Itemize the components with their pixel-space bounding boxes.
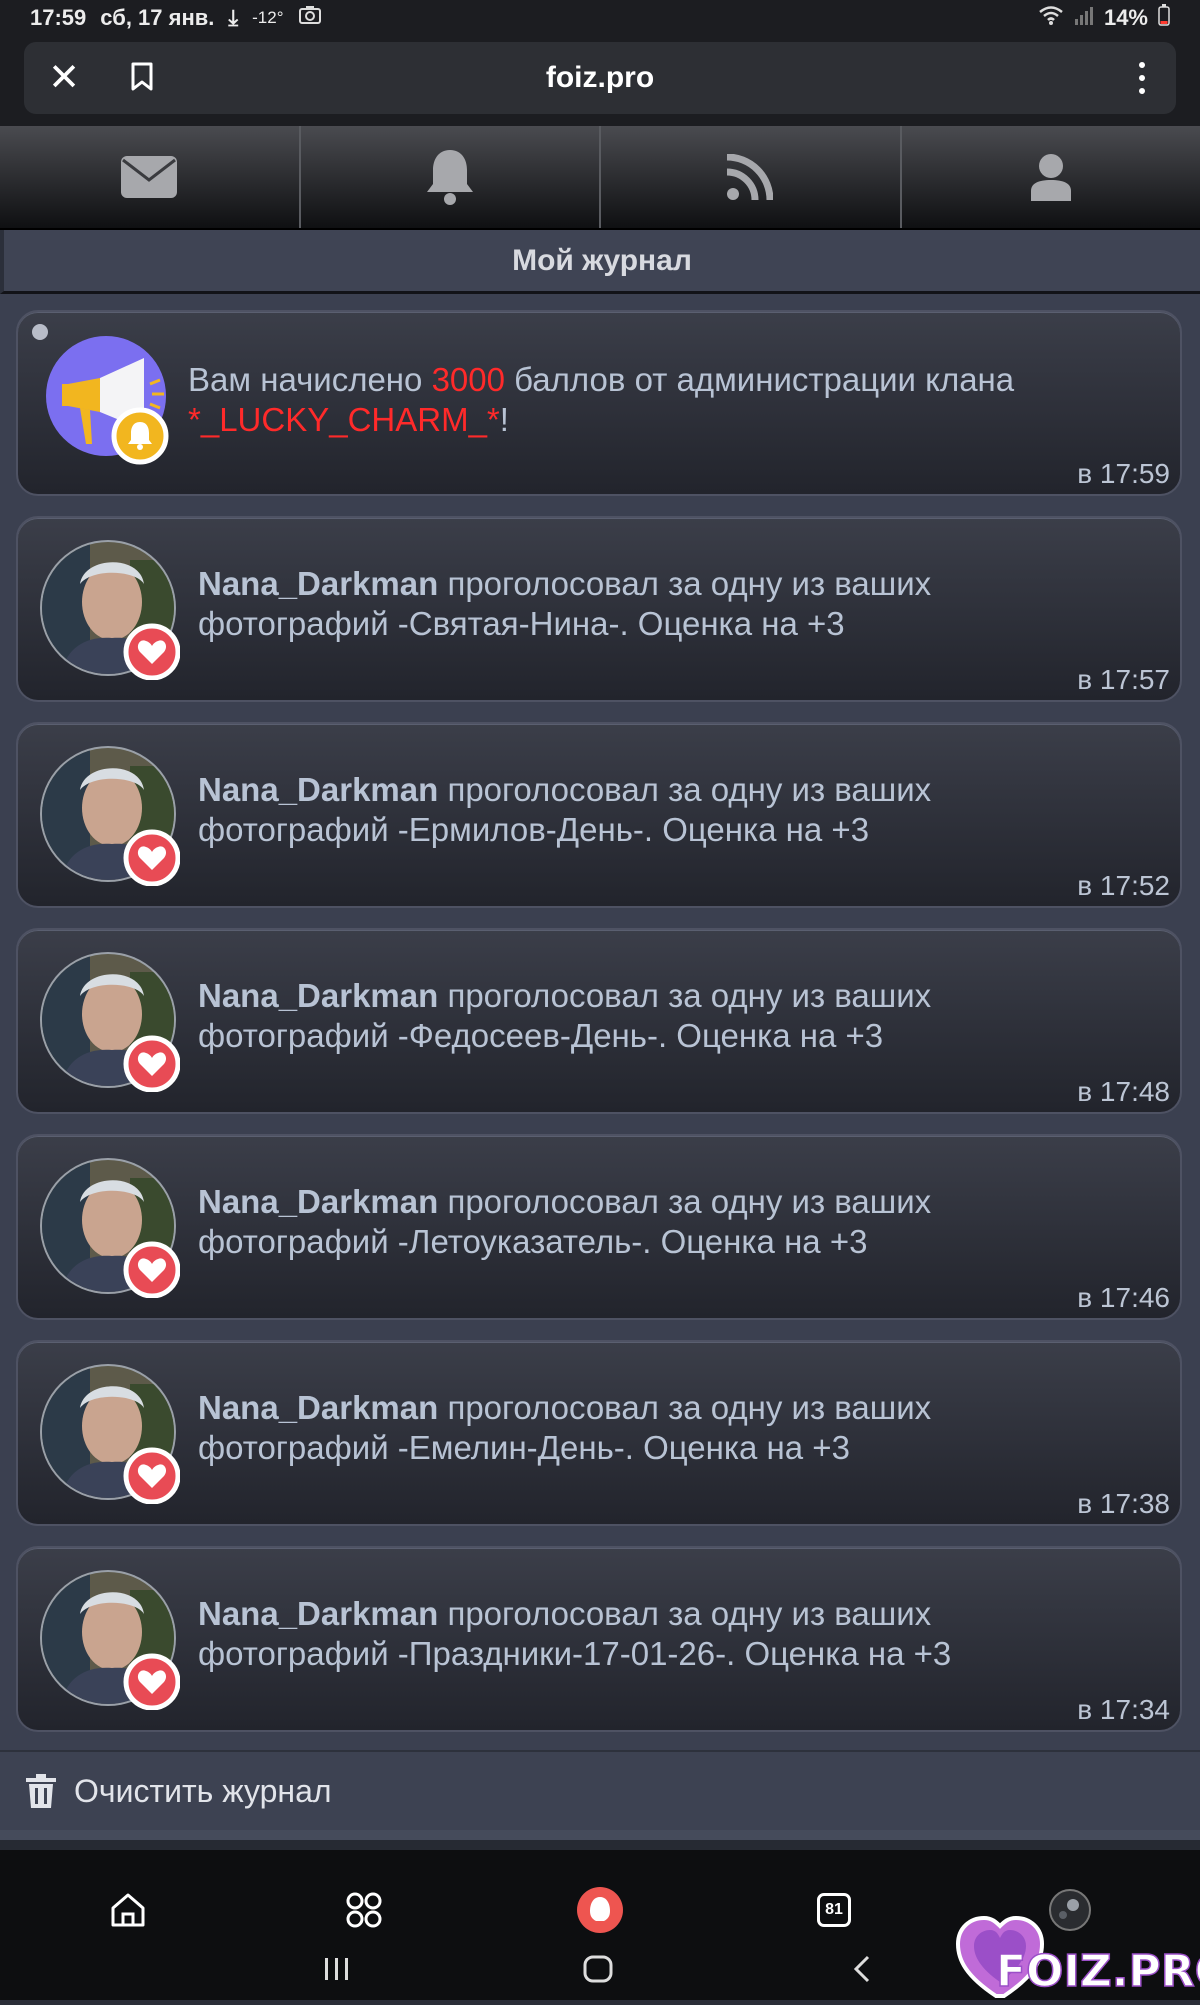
notification-time: в 17:59 [1077,458,1170,490]
watermark-text: FOIZ.PRO [996,1946,1200,1997]
clear-journal-label: Очистить журнал [74,1773,332,1810]
more-menu-icon[interactable] [1132,58,1152,98]
mail-icon [121,156,177,198]
page-url[interactable]: foiz.pro [24,61,1176,95]
notification-time: в 17:52 [1077,870,1170,902]
username-link[interactable]: Nana_Darkman [198,565,438,602]
notification-text: Nana_Darkman проголосовал за одну из ваш… [198,1594,1098,1674]
address-bar[interactable]: ✕ foiz.pro [24,42,1176,114]
divider [0,1840,1200,1850]
back-icon [850,1954,874,1984]
notification-time: в 17:48 [1077,1076,1170,1108]
bell-icon [424,148,476,206]
notification-card[interactable]: Nana_Darkman проголосовал за одну из ваш… [16,1546,1182,1732]
back-button[interactable] [850,1954,874,1989]
notification-text: Nana_Darkman проголосовал за одну из ваш… [198,976,1098,1056]
top-tab-bar [0,126,1200,230]
tabs-count: 81 [825,1901,843,1919]
clear-journal-button[interactable]: Очистить журнал [0,1750,1200,1830]
foiz-watermark: FOIZ.PRO [956,1910,1200,2000]
notification-card[interactable]: Nana_Darkman проголосовал за одну из ваш… [16,1134,1182,1320]
notification-text: Nana_Darkman проголосовал за одну из ваш… [198,770,1098,850]
notification-time: в 17:34 [1077,1694,1170,1726]
username-link[interactable]: Nana_Darkman [198,1389,438,1426]
tabs-button[interactable]: 81 [794,1870,874,1950]
notification-text: Nana_Darkman проголосовал за одну из ваш… [198,1182,1098,1262]
status-bar: 17:59 сб, 17 янв. ⤓ -12° 14% [0,0,1200,36]
grid-icon [346,1892,382,1928]
status-temperature: -12° [252,8,283,28]
tab-profile[interactable] [902,126,1200,228]
journal-page: Мой журнал Вам начислено 3000 ба [0,230,1200,1850]
megaphone-avatar [40,334,180,474]
notification-text: Вам начислено 3000 баллов от администрац… [188,360,1088,440]
username-link[interactable]: Nana_Darkman [198,771,438,808]
notification-text: Nana_Darkman проголосовал за одну из ваш… [198,1388,1098,1468]
screenshot-icon [298,5,322,31]
username-link[interactable]: Nana_Darkman [198,1183,438,1220]
user-avatar[interactable] [40,1364,180,1504]
browser-toolbar: ✕ foiz.pro [0,36,1200,126]
notification-time: в 17:46 [1077,1282,1170,1314]
notification-card[interactable]: Nana_Darkman проголосовал за одну из ваш… [16,928,1182,1114]
username-link[interactable]: Nana_Darkman [198,1595,438,1632]
notification-card[interactable]: Nana_Darkman проголосовал за одну из ваш… [16,516,1182,702]
assistant-icon [576,1886,624,1934]
points-amount: 3000 [432,361,505,398]
rss-icon [727,154,773,200]
notification-time: в 17:57 [1077,664,1170,696]
tabs-counter-icon: 81 [817,1893,851,1927]
tab-messages[interactable] [0,126,301,228]
battery-level: 14% [1104,5,1148,31]
user-avatar[interactable] [40,746,180,886]
tab-notifications[interactable] [301,126,602,228]
wifi-icon [1038,4,1064,32]
download-icon: ⤓ [228,5,238,31]
system-home-button[interactable] [582,1954,614,1989]
user-avatar[interactable] [40,540,180,680]
recents-icon [322,1954,352,1984]
tab-feed[interactable] [601,126,902,228]
battery-icon [1158,4,1170,32]
user-avatar[interactable] [40,952,180,1092]
home-button[interactable] [88,1870,168,1950]
user-avatar[interactable] [40,1158,180,1298]
recent-apps-button[interactable] [322,1954,352,1989]
status-time: 17:59 [30,5,86,31]
notification-card[interactable]: Nana_Darkman проголосовал за одну из ваш… [16,722,1182,908]
notification-text: Nana_Darkman проголосовал за одну из ваш… [198,564,1098,644]
page-title: Мой журнал [0,230,1200,294]
home-icon [110,1892,146,1928]
assistant-button[interactable] [560,1870,640,1950]
notification-time: в 17:38 [1077,1488,1170,1520]
services-button[interactable] [324,1870,404,1950]
home-pill-icon [582,1954,614,1984]
signal-icon [1074,4,1094,32]
clan-name-link[interactable]: *_LUCKY_CHARM_* [188,401,500,438]
notification-list: Вам начислено 3000 баллов от администрац… [0,294,1200,1750]
notification-card[interactable]: Nana_Darkman проголосовал за одну из ваш… [16,1340,1182,1526]
notification-card[interactable]: Вам начислено 3000 баллов от администрац… [16,310,1182,496]
user-avatar[interactable] [40,1570,180,1710]
user-icon [1031,153,1071,201]
username-link[interactable]: Nana_Darkman [198,977,438,1014]
status-date: сб, 17 янв. [100,5,214,31]
trash-icon [26,1774,56,1808]
